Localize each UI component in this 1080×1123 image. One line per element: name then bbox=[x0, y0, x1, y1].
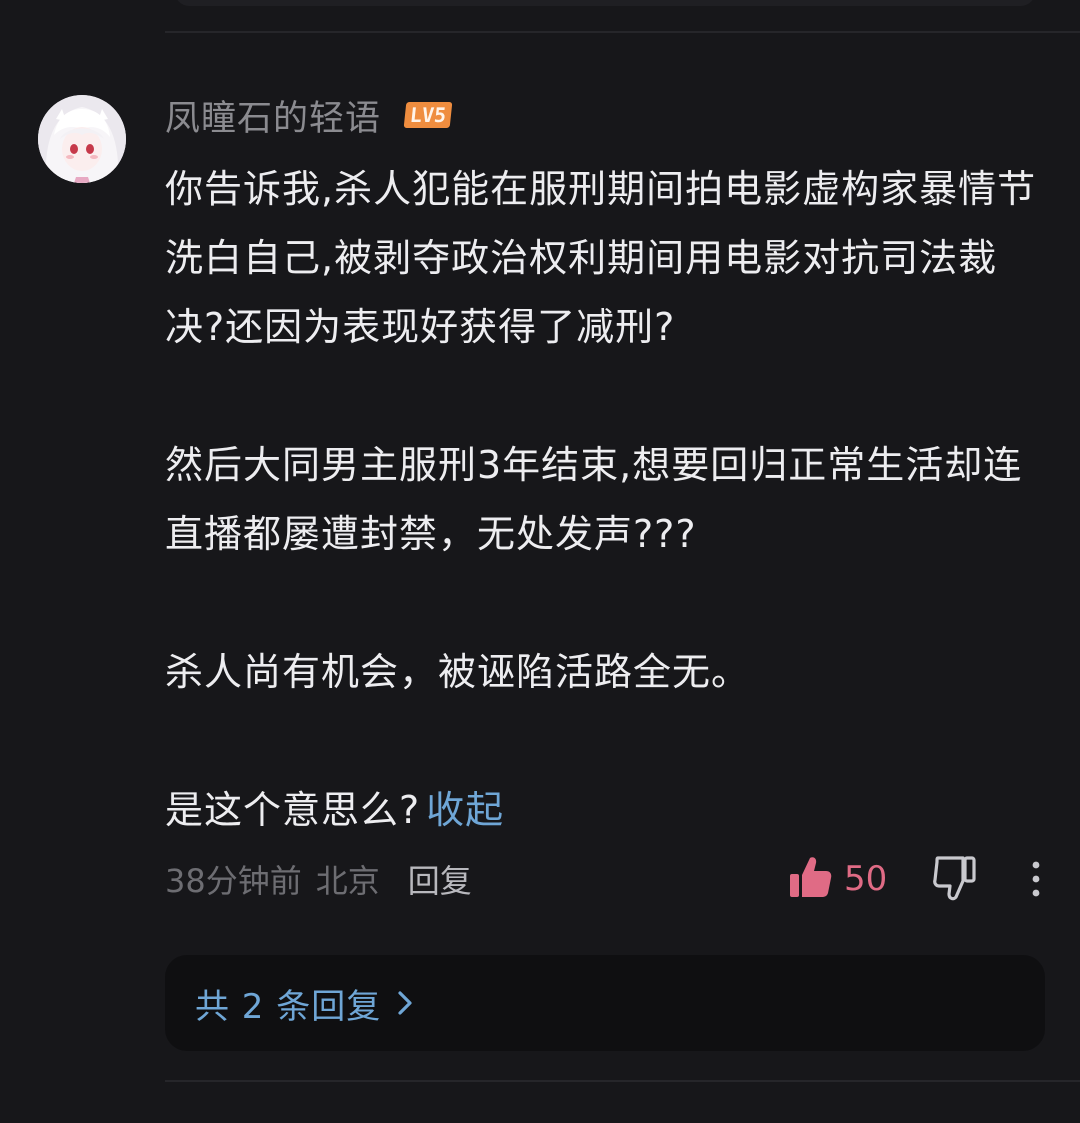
comment-header: 凤瞳石的轻语 LV5 bbox=[165, 90, 453, 141]
more-vertical-icon bbox=[1020, 861, 1052, 904]
thumbs-up-icon bbox=[788, 854, 832, 904]
comment-body: 你告诉我,杀人犯能在服刑期间拍电影虚构家暴情节洗白自己,被剥夺政治权利期间用电影… bbox=[165, 155, 1055, 845]
dislike-button[interactable] bbox=[932, 854, 978, 906]
reply-button[interactable]: 回复 bbox=[408, 856, 472, 902]
comment-meta: 38分钟前 北京 回复 bbox=[165, 856, 472, 902]
like-count: 50 bbox=[844, 859, 888, 899]
comment-last-line: 是这个意思么? bbox=[165, 788, 421, 832]
more-options-button[interactable] bbox=[1020, 858, 1052, 900]
comment-location: 北京 bbox=[315, 862, 380, 900]
avatar-image bbox=[38, 95, 126, 183]
collapse-link[interactable]: 收起 bbox=[426, 788, 504, 832]
replies-summary: 共 2 条回复 bbox=[195, 986, 382, 1027]
comment-time: 38分钟前 bbox=[165, 862, 302, 900]
comment-paragraph-4: 是这个意思么? 收起 bbox=[165, 776, 1055, 845]
view-replies-button[interactable]: 共 2 条回复 bbox=[165, 955, 1045, 1051]
comment-paragraph-1: 你告诉我,杀人犯能在服刑期间拍电影虚构家暴情节洗白自己,被剥夺政治权利期间用电影… bbox=[165, 167, 1037, 349]
like-button[interactable]: 50 bbox=[788, 854, 887, 904]
top-divider bbox=[165, 31, 1080, 33]
avatar[interactable] bbox=[38, 95, 126, 183]
thumbs-down-icon bbox=[932, 856, 978, 906]
chevron-right-icon bbox=[395, 988, 415, 1018]
bottom-divider bbox=[165, 1080, 1080, 1082]
level-badge: LV5 bbox=[403, 102, 453, 128]
previous-item-card bbox=[175, 0, 1035, 6]
username[interactable]: 凤瞳石的轻语 bbox=[165, 90, 381, 141]
comment-paragraph-3: 杀人尚有机会，被诬陷活路全无。 bbox=[165, 650, 751, 694]
comment-paragraph-2: 然后大同男主服刑3年结束,想要回归正常生活却连直播都屡遭封禁，无处发声??? bbox=[165, 443, 1023, 556]
